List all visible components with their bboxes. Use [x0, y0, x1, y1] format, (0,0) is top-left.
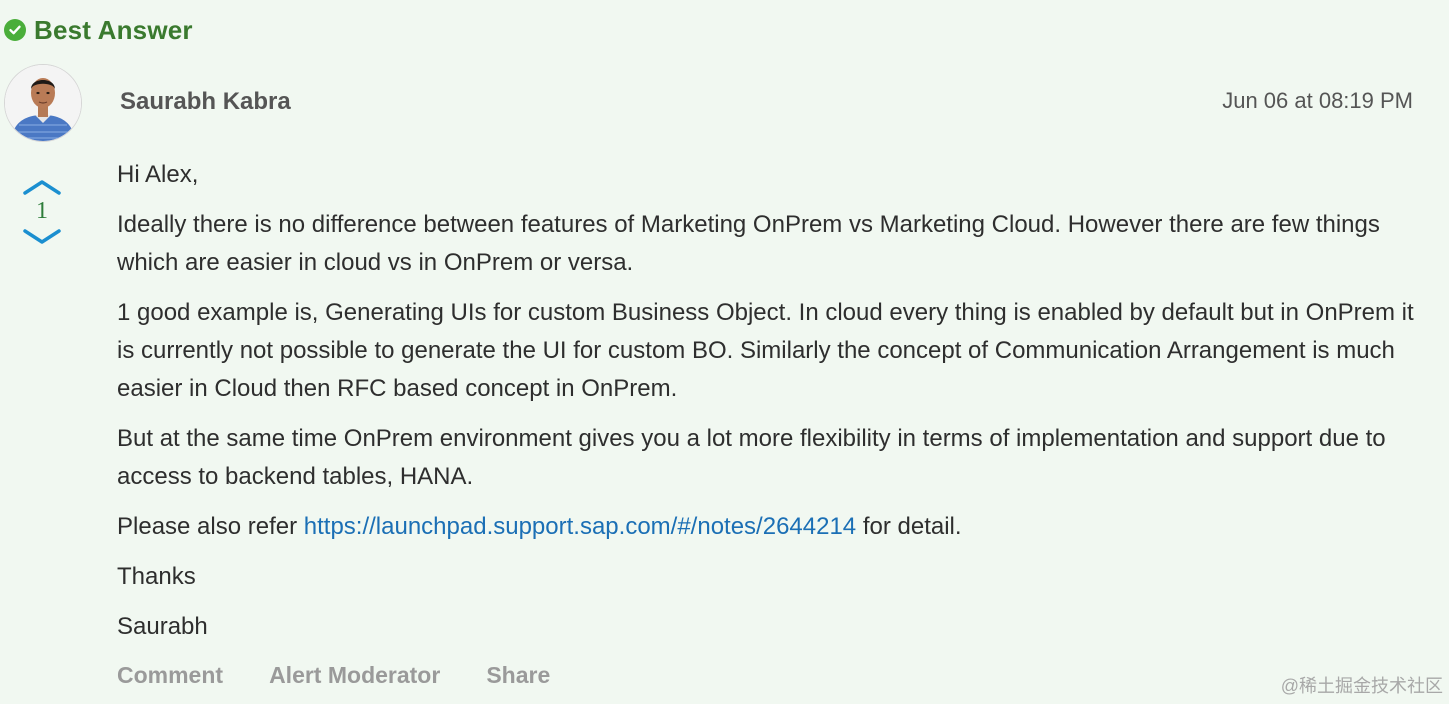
sap-note-link[interactable]: https://launchpad.support.sap.com/#/note… — [304, 513, 856, 540]
avatar[interactable] — [4, 64, 82, 142]
best-answer-badge: Best Answer — [4, 14, 193, 46]
reference-paragraph: Please also refer https://launchpad.supp… — [117, 508, 1417, 546]
answer-body: Hi Alex, Ideally there is no difference … — [117, 156, 1417, 658]
greeting-text: Hi Alex, — [117, 161, 199, 188]
post-actions: Comment Alert Moderator Share — [117, 662, 550, 689]
reference-prefix: Please also refer — [117, 513, 304, 540]
signature-text: Saurabh — [117, 613, 208, 640]
share-button[interactable]: Share — [486, 662, 550, 689]
comment-button[interactable]: Comment — [117, 662, 223, 689]
check-circle-icon — [4, 19, 26, 41]
vote-widget: 1 — [22, 178, 62, 248]
downvote-chevron-icon[interactable] — [22, 228, 62, 246]
watermark: @稀土掘金技术社区 — [1280, 676, 1443, 696]
vote-count: 1 — [36, 198, 48, 224]
author-name[interactable]: Saurabh Kabra — [120, 88, 291, 116]
upvote-chevron-icon[interactable] — [22, 178, 62, 196]
alert-moderator-button[interactable]: Alert Moderator — [269, 662, 440, 689]
best-answer-label: Best Answer — [34, 14, 193, 45]
answer-paragraph: But at the same time OnPrem environment … — [117, 425, 1386, 490]
thanks-text: Thanks — [117, 563, 196, 590]
answer-paragraph: 1 good example is, Generating UIs for cu… — [117, 299, 1414, 402]
reference-suffix: for detail. — [856, 513, 962, 540]
answer-paragraph: Ideally there is no difference between f… — [117, 211, 1380, 276]
post-timestamp: Jun 06 at 08:19 PM — [1222, 88, 1413, 113]
